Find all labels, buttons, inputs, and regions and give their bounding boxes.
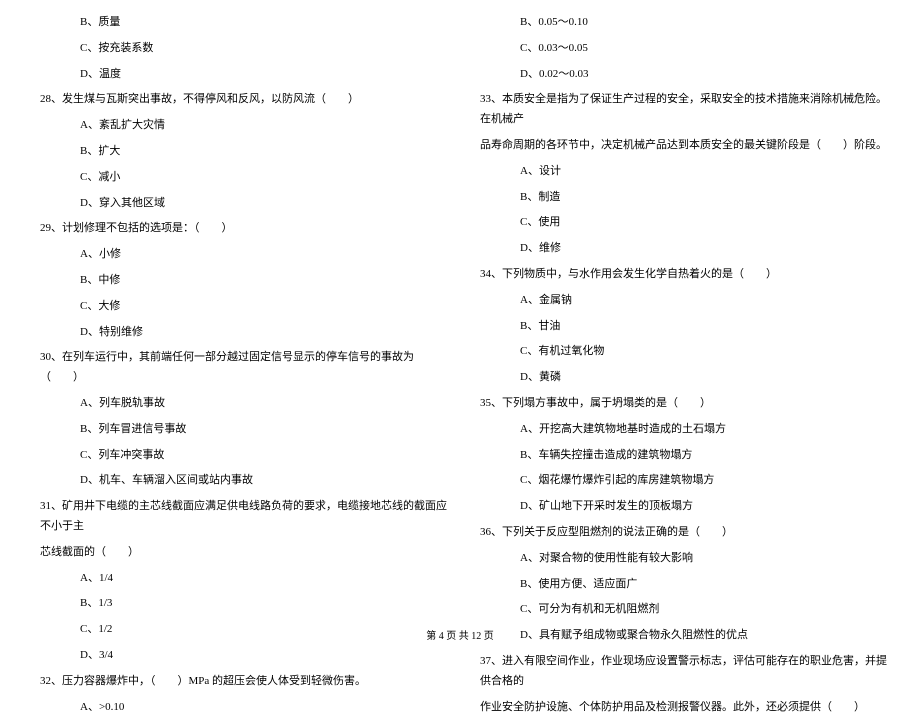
option-text: A、设计 [470, 159, 890, 185]
option-text: A、开挖高大建筑物地基时造成的土石塌方 [470, 417, 890, 443]
option-text: A、金属钠 [470, 288, 890, 314]
option-text: D、特别维修 [30, 320, 450, 346]
option-text: D、维修 [470, 236, 890, 262]
option-text: C、可分为有机和无机阻燃剂 [470, 597, 890, 623]
option-text: B、0.05～0.10 [470, 10, 890, 36]
question-text-cont: 品寿命周期的各环节中，决定机械产品达到本质安全的最关键阶段是（ ）阶段。 [470, 133, 890, 159]
question-text: 32、压力容器爆炸中，（ ）MPa 的超压会使人体受到轻微伤害。 [30, 669, 450, 695]
option-text: B、使用方便、适应面广 [470, 572, 890, 598]
option-text: A、小修 [30, 242, 450, 268]
question-text: 34、下列物质中，与水作用会发生化学自热着火的是（ ） [470, 262, 890, 288]
option-text: C、烟花爆竹爆炸引起的库房建筑物塌方 [470, 468, 890, 494]
question-text: 36、下列关于反应型阻燃剂的说法正确的是（ ） [470, 520, 890, 546]
option-text: B、质量 [30, 10, 450, 36]
option-text: A、>0.10 [30, 695, 450, 720]
option-text: D、穿入其他区域 [30, 191, 450, 217]
page-footer: 第 4 页 共 12 页 [0, 627, 920, 642]
question-text: 28、发生煤与瓦斯突出事故，不得停风和反风，以防风流（ ） [30, 87, 450, 113]
option-text: A、对聚合物的使用性能有较大影响 [470, 546, 890, 572]
option-text: B、车辆失控撞击造成的建筑物塌方 [470, 443, 890, 469]
option-text: B、中修 [30, 268, 450, 294]
question-text: 31、矿用井下电缆的主芯线截面应满足供电线路负荷的要求，电缆接地芯线的截面应不小… [30, 494, 450, 540]
option-text: D、3/4 [30, 643, 450, 669]
option-text: C、列车冲突事故 [30, 443, 450, 469]
question-text: 29、计划修理不包括的选项是：（ ） [30, 216, 450, 242]
option-text: C、有机过氧化物 [470, 339, 890, 365]
option-text: A、紊乱扩大灾情 [30, 113, 450, 139]
option-text: C、减小 [30, 165, 450, 191]
option-text: D、矿山地下开采时发生的顶板塌方 [470, 494, 890, 520]
option-text: D、温度 [30, 62, 450, 88]
option-text: D、机车、车辆溜入区间或站内事故 [30, 468, 450, 494]
option-text: B、1/3 [30, 591, 450, 617]
left-column: B、质量 C、按充装系数 D、温度 28、发生煤与瓦斯突出事故，不得停风和反风，… [20, 10, 460, 620]
option-text: B、制造 [470, 185, 890, 211]
option-text: C、大修 [30, 294, 450, 320]
question-text-cont: 作业安全防护设施、个体防护用品及检测报警仪器。此外，还必须提供（ ） [470, 695, 890, 720]
option-text: B、甘油 [470, 314, 890, 340]
question-text-cont: 芯线截面的（ ） [30, 540, 450, 566]
question-text: 30、在列车运行中，其前端任何一部分越过固定信号显示的停车信号的事故为（ ） [30, 345, 450, 391]
question-text: 33、本质安全是指为了保证生产过程的安全，采取安全的技术措施来消除机械危险。在机… [470, 87, 890, 133]
option-text: A、列车脱轨事故 [30, 391, 450, 417]
question-text: 37、进入有限空间作业，作业现场应设置警示标志，评估可能存在的职业危害，并提供合… [470, 649, 890, 695]
right-column: B、0.05～0.10 C、0.03～0.05 D、0.02～0.03 33、本… [460, 10, 900, 620]
option-text: C、使用 [470, 210, 890, 236]
option-text: D、黄磷 [470, 365, 890, 391]
question-text: 35、下列塌方事故中，属于坍塌类的是（ ） [470, 391, 890, 417]
option-text: B、扩大 [30, 139, 450, 165]
option-text: B、列车冒进信号事故 [30, 417, 450, 443]
option-text: C、按充装系数 [30, 36, 450, 62]
option-text: C、0.03～0.05 [470, 36, 890, 62]
option-text: D、0.02～0.03 [470, 62, 890, 88]
option-text: A、1/4 [30, 566, 450, 592]
